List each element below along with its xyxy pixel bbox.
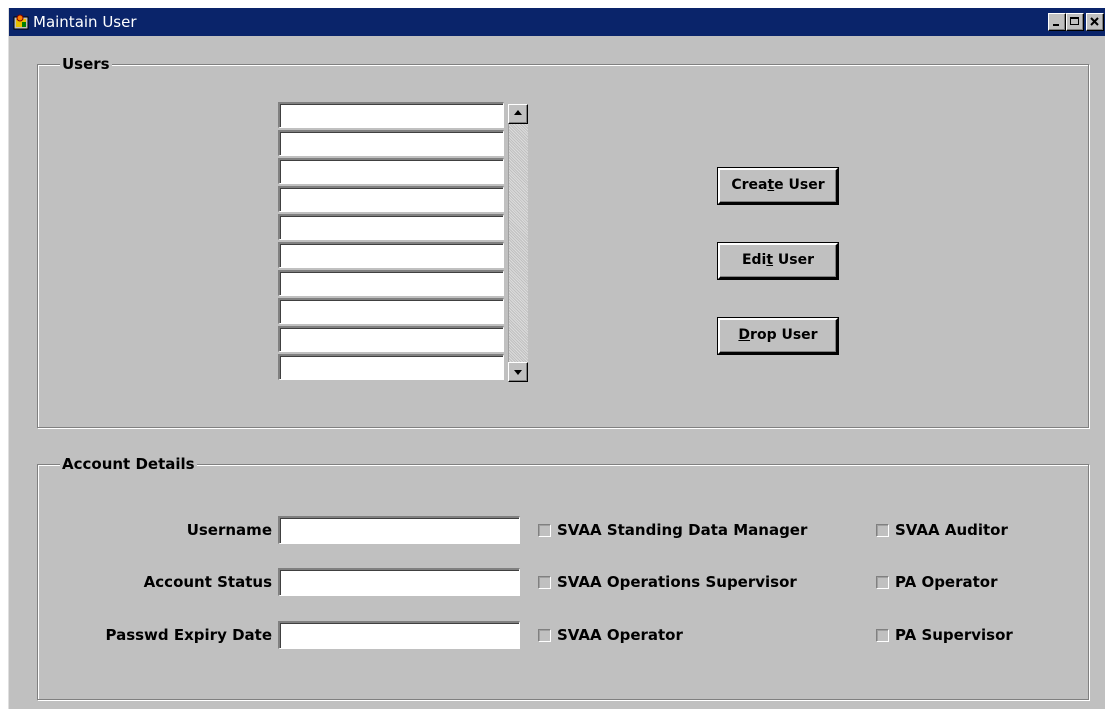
window-controls [1048, 13, 1104, 31]
checkbox-box[interactable] [876, 523, 889, 537]
role-svaa-auditor-checkbox[interactable]: SVAA Auditor [876, 520, 1008, 540]
list-item[interactable] [278, 186, 504, 212]
role-label: SVAA Auditor [895, 521, 1008, 539]
list-item[interactable] [278, 326, 504, 352]
role-svaa-operations-supervisor-checkbox[interactable]: SVAA Operations Supervisor [538, 572, 797, 592]
drop-user-mnemonic: D [738, 327, 751, 343]
role-svaa-operator-checkbox[interactable]: SVAA Operator [538, 625, 683, 645]
role-svaa-standing-data-manager-checkbox[interactable]: SVAA Standing Data Manager [538, 520, 807, 540]
title-bar[interactable]: Maintain User [9, 8, 1105, 36]
list-item[interactable] [278, 102, 504, 128]
app-icon [13, 13, 31, 31]
edit-user-label-post: User [773, 252, 815, 268]
close-icon[interactable] [1086, 13, 1104, 31]
scroll-track[interactable] [508, 124, 528, 362]
list-item[interactable] [278, 354, 504, 380]
role-label: PA Operator [895, 573, 998, 591]
account-details-group-label: Account Details [60, 454, 197, 474]
maximize-icon[interactable] [1066, 13, 1084, 31]
scroll-down-icon[interactable] [508, 362, 528, 382]
edit-user-label-pre: Edi [741, 252, 767, 268]
passwd-expiry-date-label: Passwd Expiry Date [105, 626, 272, 644]
users-list[interactable] [278, 102, 504, 382]
window-title: Maintain User [33, 13, 137, 31]
role-label: SVAA Operator [557, 626, 683, 644]
role-label: SVAA Operations Supervisor [557, 573, 797, 591]
checkbox-box[interactable] [876, 575, 889, 589]
list-item[interactable] [278, 298, 504, 324]
list-item[interactable] [278, 242, 504, 268]
list-item[interactable] [278, 214, 504, 240]
checkbox-box[interactable] [538, 628, 551, 642]
role-pa-supervisor-checkbox[interactable]: PA Supervisor [876, 625, 1013, 645]
role-label: PA Supervisor [895, 626, 1013, 644]
create-user-label-pre: Crea [731, 177, 768, 193]
checkbox-box[interactable] [538, 575, 551, 589]
users-list-scrollbar[interactable] [508, 104, 528, 382]
edit-user-button[interactable]: Edit User [717, 242, 839, 280]
list-item[interactable] [278, 270, 504, 296]
passwd-expiry-date-field[interactable] [278, 621, 520, 649]
drop-user-label-post: rop User [750, 327, 818, 343]
role-pa-operator-checkbox[interactable]: PA Operator [876, 572, 998, 592]
account-status-field[interactable] [278, 568, 520, 596]
username-label: Username [186, 521, 272, 539]
account-details-group: Account Details Username Account Status … [37, 454, 1089, 700]
create-user-button[interactable]: Create User [717, 167, 839, 205]
account-status-label: Account Status [143, 573, 272, 591]
checkbox-box[interactable] [876, 628, 889, 642]
users-group: Users Create User Edit User Drop User [37, 54, 1089, 428]
maintain-user-window: Maintain User Users Create User Edit Use… [8, 8, 1105, 709]
scroll-up-icon[interactable] [508, 104, 528, 124]
create-user-label-post: e User [774, 177, 825, 193]
minimize-icon[interactable] [1048, 13, 1066, 31]
drop-user-button[interactable]: Drop User [717, 317, 839, 355]
checkbox-box[interactable] [538, 523, 551, 537]
users-group-label: Users [60, 54, 112, 74]
role-label: SVAA Standing Data Manager [557, 521, 808, 539]
username-field[interactable] [278, 516, 520, 544]
list-item[interactable] [278, 130, 504, 156]
list-item[interactable] [278, 158, 504, 184]
